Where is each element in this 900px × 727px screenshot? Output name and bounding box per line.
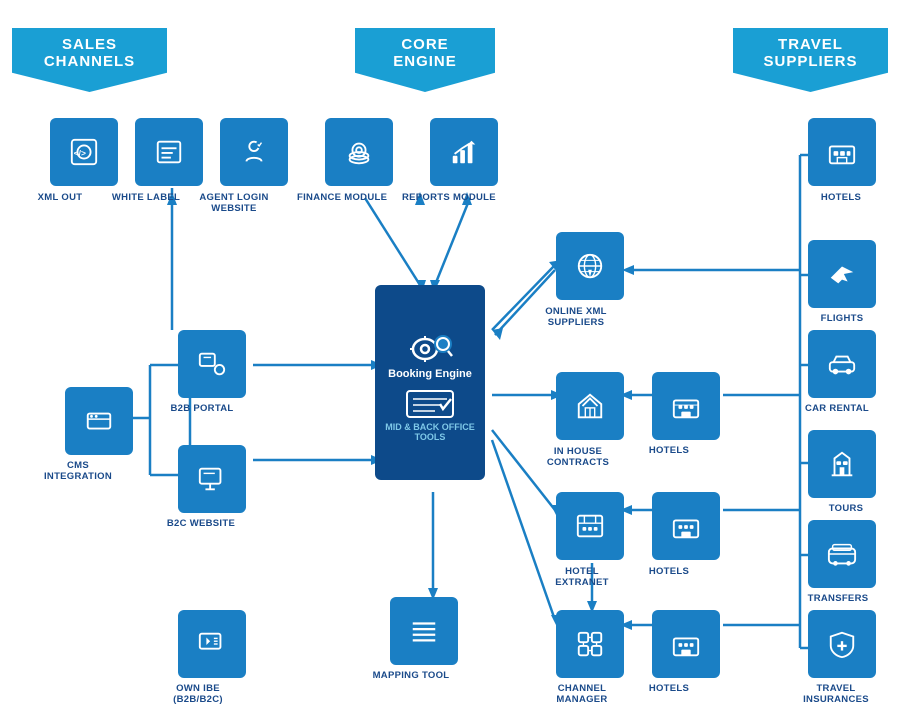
supplier-hotels-box [808,118,876,186]
diagram-container: SALES CHANNELS CORE ENGINE TRAVEL SUPPLI… [0,0,900,727]
supplier-car-label: CAR RENTAL [800,403,874,414]
b2c-icon [197,464,227,494]
xml-icon: </> [69,137,99,167]
in-house-label: IN HOUSECONTRACTS [536,446,620,469]
banner-core: CORE ENGINE [355,28,495,92]
b2c-website-label: B2C WEBSITE [162,518,240,529]
finance-module-box [325,118,393,186]
supplier-flights-icon [827,259,857,289]
booking-engine-label: Booking Engine [388,368,472,380]
banner-sales: SALES CHANNELS [12,28,167,92]
supplier-travel-ins-label: TRAVELINSURANCES [796,683,876,706]
own-ibe-label: OWN IBE(B2B/B2C) [158,683,238,706]
reports-module-box [430,118,498,186]
hotel-extranet-label: HOTELEXTRANET [540,566,624,589]
supplier-transfers-label: TRANSFERS [804,593,872,604]
supplier-hotels-label: HOTELS [810,192,872,203]
xml-out-label: XML OUT [24,192,96,203]
supplier-tours-icon [827,449,857,479]
mapping-tool-label: MAPPING TOOL [367,670,455,681]
supplier-car-icon [827,349,857,379]
supplier-flights-label: FLIGHTS [812,313,872,324]
hotels-3-label: HOTELS [636,683,702,694]
white-label-box [135,118,203,186]
b2b-icon [197,349,227,379]
cms-integration-box [65,387,133,455]
booking-engine-icon-bot [405,388,455,420]
in-house-box [556,372,624,440]
finance-module-label: FINANCE MODULE [297,192,381,203]
supplier-flights-box [808,240,876,308]
hotels-3-icon [671,629,701,659]
channel-manager-label: CHANNELMANAGER [540,683,624,706]
cms-icon [84,406,114,436]
hotels-1-icon [671,391,701,421]
hotels-3-box [652,610,720,678]
booking-engine-box: Booking Engine MID & BACK OFFICE TOOLS [375,285,485,480]
hotel-extranet-icon [575,511,605,541]
supplier-transfers-icon [827,539,857,569]
agent-login-box [220,118,288,186]
supplier-car-box [808,330,876,398]
channel-manager-icon [575,629,605,659]
agent-login-icon [239,137,269,167]
reports-icon [449,137,479,167]
supplier-tours-box [808,430,876,498]
cms-integration-label: CMSINTEGRATION [38,460,118,483]
supplier-travel-ins-box [808,610,876,678]
online-xml-icon [575,251,605,281]
hotels-1-label: HOTELS [636,445,702,456]
in-house-icon [575,391,605,421]
supplier-hotels-icon [827,137,857,167]
online-xml-box [556,232,624,300]
supplier-transfers-box [808,520,876,588]
hotels-2-icon [671,511,701,541]
own-ibe-icon [197,629,227,659]
reports-module-label: REPORTS MODULE [402,192,490,203]
b2b-portal-box [178,330,246,398]
white-label-icon [154,137,184,167]
hotels-2-box [652,492,720,560]
white-label-label: WHITE LABEL [110,192,182,203]
booking-midback-label: MID & BACK OFFICE TOOLS [375,422,485,442]
finance-icon [344,137,374,167]
hotels-2-label: HOTELS [636,566,702,577]
online-xml-label: ONLINE XMLSUPPLIERS [534,306,618,329]
banner-travel: TRAVEL SUPPLIERS [733,28,888,92]
booking-engine-icon-top [405,334,455,364]
supplier-tours-label: TOURS [816,503,876,514]
xml-out-box: </> [50,118,118,186]
agent-login-label: AGENT LOGINWEBSITE [198,192,270,215]
hotel-extranet-box [556,492,624,560]
mapping-tool-icon [409,616,439,646]
hotels-1-box [652,372,720,440]
b2b-portal-label: B2B PORTAL [163,403,241,414]
b2c-website-box [178,445,246,513]
channel-manager-box [556,610,624,678]
mapping-tool-box [390,597,458,665]
supplier-travel-ins-icon [827,629,857,659]
own-ibe-box [178,610,246,678]
